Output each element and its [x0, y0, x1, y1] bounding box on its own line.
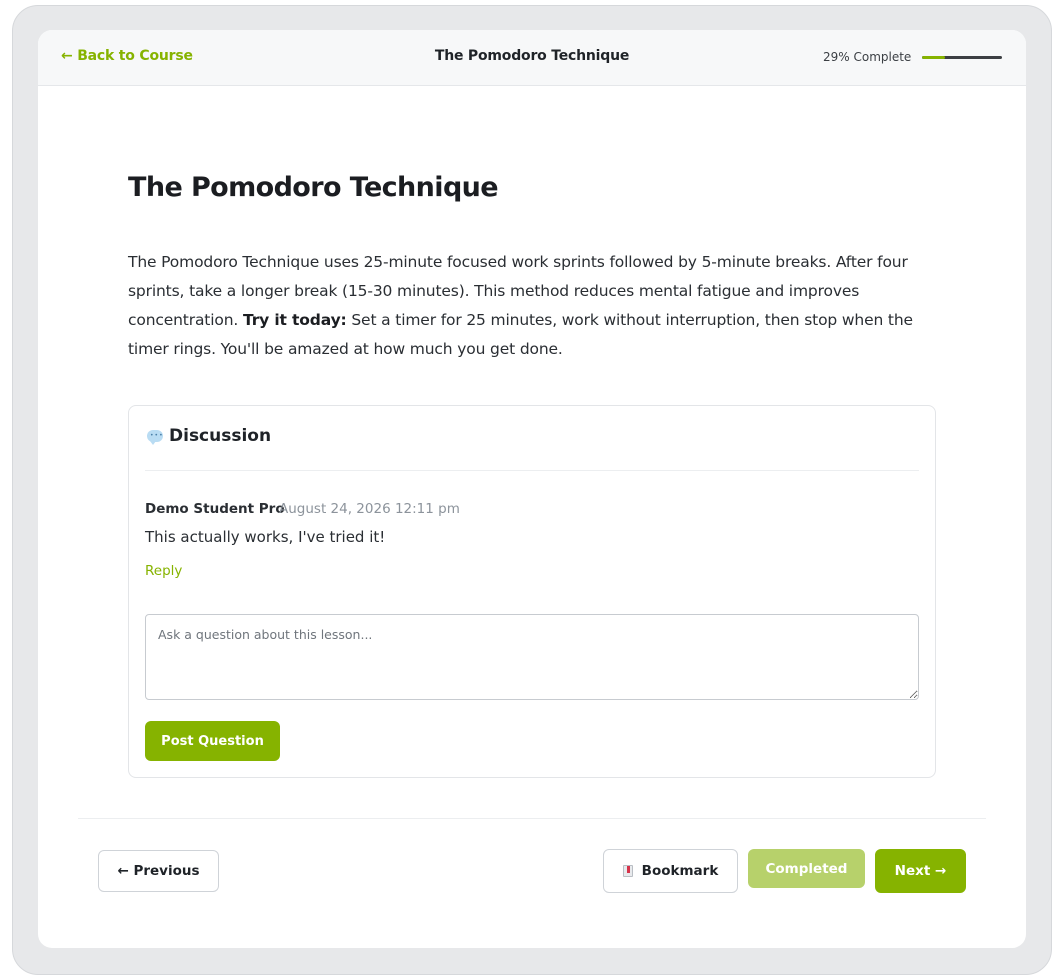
discussion-panel: ••• Discussion Demo Student Pro August 2… [128, 405, 936, 778]
nav-divider [78, 818, 986, 819]
completed-button[interactable]: Completed [748, 849, 865, 888]
next-button-label: Next → [894, 863, 947, 879]
bookmark-button[interactable]: Bookmark [603, 849, 738, 893]
lesson-panel: ← Back to Course The Pomodoro Technique … [38, 30, 1026, 948]
lesson-topbar: ← Back to Course The Pomodoro Technique … [38, 30, 1026, 86]
comment-date: August 24, 2026 12:11 pm [279, 501, 460, 517]
discussion-title: Discussion [169, 426, 272, 446]
previous-button[interactable]: ← Previous [98, 850, 219, 892]
previous-button-label: ← Previous [117, 863, 200, 879]
comment-text: This actually works, I've tried it! [145, 528, 386, 546]
progress-label: 29% Complete [823, 50, 912, 64]
comment-author: Demo Student Pro [145, 501, 285, 517]
lesson-title: The Pomodoro Technique [128, 172, 499, 203]
bookmark-button-label: Bookmark [641, 863, 719, 879]
reply-link[interactable]: Reply [145, 563, 182, 579]
bookmark-icon [622, 865, 633, 877]
completed-button-label: Completed [765, 860, 848, 877]
progress-bar [922, 56, 1002, 59]
speech-bubble-icon: ••• [147, 430, 163, 445]
lesson-body: The Pomodoro Technique uses 25-minute fo… [128, 248, 946, 364]
question-input[interactable] [145, 614, 919, 700]
post-question-button[interactable]: Post Question [145, 721, 280, 761]
discussion-header: ••• Discussion [145, 426, 919, 471]
lesson-body-emphasis: Try it today: [242, 311, 347, 329]
progress-bar-fill [922, 56, 946, 59]
next-button[interactable]: Next → [875, 849, 966, 893]
